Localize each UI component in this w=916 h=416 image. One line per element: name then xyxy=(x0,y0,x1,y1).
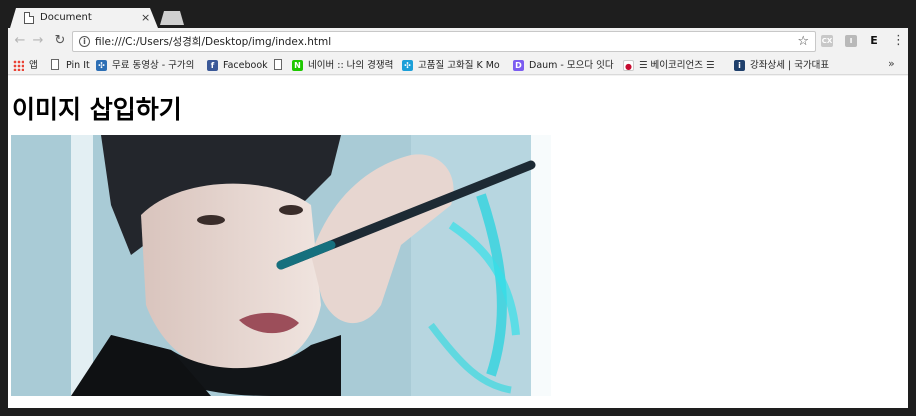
pinwheel-icon: ✣ xyxy=(96,60,107,71)
toolbar: ← → ↻ i file:///C:/Users/성경희/Desktop/img… xyxy=(8,28,908,56)
content-image xyxy=(11,135,551,396)
page-content: 이미지 삽입하기 xyxy=(8,76,908,408)
extension-e-icon[interactable]: E xyxy=(868,35,880,47)
bookmarks-bar: 앱 Pin It ✣ 무료 동영상 - 구가의 f Facebook N 네이버… xyxy=(8,56,908,75)
tab-strip: Document × xyxy=(8,8,908,28)
korea-flag-icon: ● xyxy=(623,60,634,71)
extension-cx-icon[interactable]: CX xyxy=(821,35,833,47)
info-square-icon: i xyxy=(734,60,745,71)
info-icon[interactable]: i xyxy=(79,36,90,47)
bookmark-star-icon[interactable]: ☆ xyxy=(797,33,809,50)
bookmark-label: Pin It xyxy=(66,60,90,71)
forward-arrow-icon[interactable]: → xyxy=(30,33,46,49)
page-icon xyxy=(274,59,282,70)
bookmark-course-detail[interactable]: i 강좌상세 | 국가대표 xyxy=(734,58,844,73)
address-bar[interactable]: i file:///C:/Users/성경희/Desktop/img/index… xyxy=(72,31,816,52)
bookmark-apps[interactable]: 앱 xyxy=(13,58,45,73)
extension-info-icon[interactable]: I xyxy=(845,35,857,47)
more-bookmarks-icon[interactable]: » xyxy=(888,57,895,70)
apps-grid-icon xyxy=(13,60,24,71)
bookmark-page[interactable] xyxy=(273,58,287,73)
bookmark-free-video[interactable]: ✣ 무료 동영상 - 구가의 xyxy=(96,58,200,73)
bookmark-label: Daum - 모으다 잇다 xyxy=(529,60,614,71)
tab-document[interactable]: Document × xyxy=(10,8,158,28)
bookmark-hq-movies[interactable]: ✣ 고품질 고화질 K Mo xyxy=(402,58,502,73)
document-icon xyxy=(24,12,34,24)
bookmark-label: 앱 xyxy=(29,60,38,71)
close-tab-icon[interactable]: × xyxy=(141,11,150,24)
menu-icon[interactable]: ⋮ xyxy=(892,33,905,49)
bookmark-daum[interactable]: D Daum - 모으다 잇다 xyxy=(513,58,617,73)
bookmark-label: 강좌상세 | 국가대표 xyxy=(750,60,830,71)
page-heading: 이미지 삽입하기 xyxy=(12,95,182,124)
back-arrow-icon[interactable]: ← xyxy=(12,33,28,49)
reload-icon[interactable]: ↻ xyxy=(52,33,68,49)
bookmark-baykoreans[interactable]: ● ☰ 베이코리언즈 ☰ xyxy=(623,58,727,73)
portrait-photo xyxy=(11,135,551,396)
tab-title: Document xyxy=(40,12,92,23)
bookmark-naver[interactable]: N 네이버 :: 나의 경쟁력 xyxy=(292,58,400,73)
new-tab-button[interactable] xyxy=(160,11,184,25)
facebook-icon: f xyxy=(207,60,218,71)
pinwheel-icon: ✣ xyxy=(402,60,413,71)
bookmark-label: ☰ 베이코리언즈 ☰ xyxy=(639,60,715,71)
url-text[interactable]: file:///C:/Users/성경희/Desktop/img/index.h… xyxy=(95,35,331,49)
bookmark-facebook[interactable]: f Facebook xyxy=(207,58,269,73)
page-icon xyxy=(51,59,59,70)
browser-window: Document × ← → ↻ i file:///C:/Users/성경희/… xyxy=(8,8,908,408)
bookmark-label: 고품질 고화질 K Mo xyxy=(418,60,500,71)
naver-icon: N xyxy=(292,60,303,71)
bookmark-label: 무료 동영상 - 구가의 xyxy=(112,60,195,71)
bookmark-pin-it[interactable]: Pin It xyxy=(50,58,94,73)
bookmark-label: Facebook xyxy=(223,60,268,71)
bookmark-label: 네이버 :: 나의 경쟁력 xyxy=(308,60,394,71)
daum-icon: D xyxy=(513,60,524,71)
